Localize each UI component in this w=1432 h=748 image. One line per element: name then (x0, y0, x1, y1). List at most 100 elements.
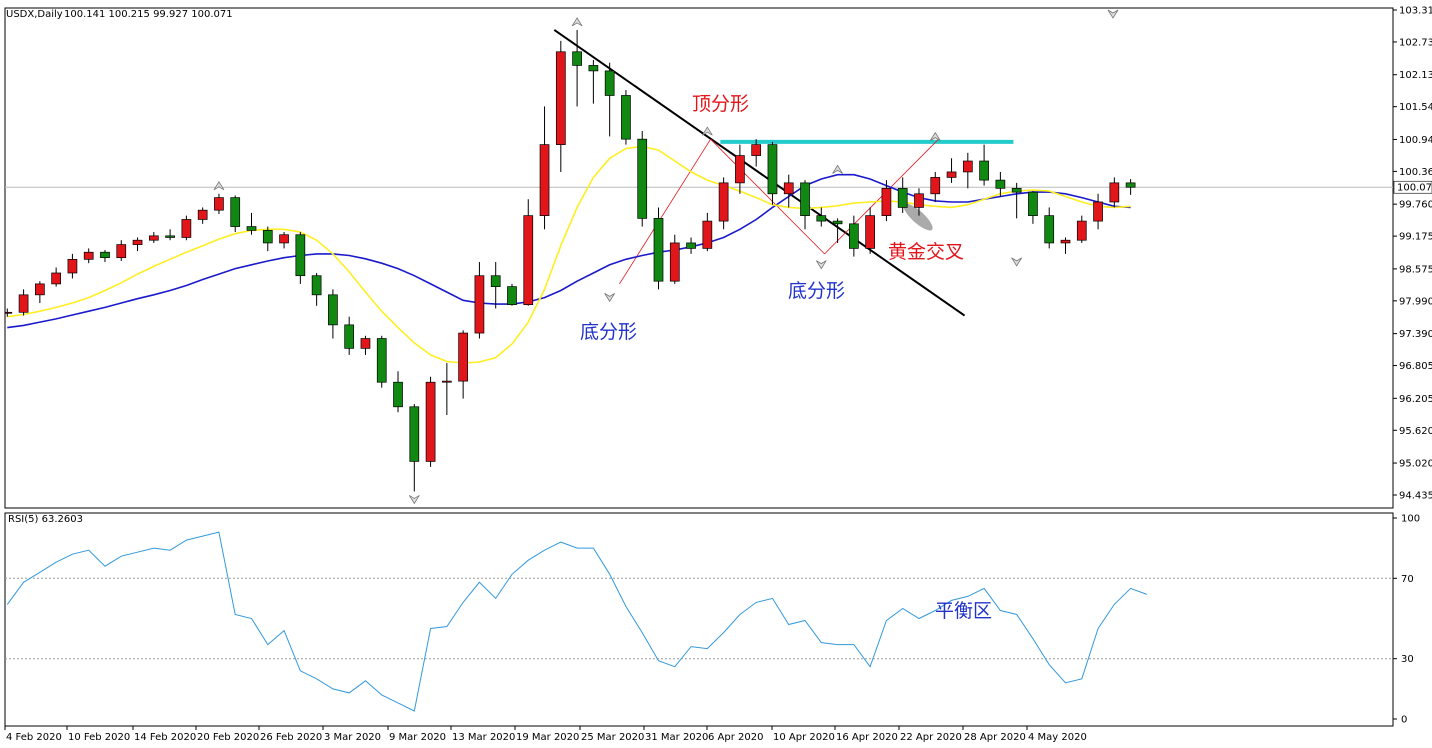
candle-body[interactable] (344, 324, 355, 349)
y-tick-label: 94.435 (1399, 491, 1432, 502)
main-panel-frame (4, 7, 1394, 509)
candle-body[interactable] (669, 242, 680, 282)
candle-body[interactable] (751, 144, 762, 156)
ohlc-label: 100.141 100.215 99.927 100.071 (64, 9, 233, 20)
candle-body[interactable] (18, 294, 29, 313)
candle-body[interactable] (1076, 220, 1087, 241)
candle-body[interactable] (83, 251, 94, 260)
x-tick-label: 28 Apr 2020 (964, 732, 1026, 743)
candle-body[interactable] (832, 220, 843, 225)
annotation-bottom-fractal-1: 底分形 (580, 321, 637, 343)
candle-body[interactable] (1109, 182, 1120, 203)
annotation-bottom-fractal-2: 底分形 (788, 280, 845, 302)
candle-body[interactable] (621, 95, 631, 140)
candle-body[interactable] (474, 275, 485, 334)
candle-body[interactable] (262, 230, 273, 244)
candle-body[interactable] (800, 182, 810, 216)
candle-body[interactable] (930, 177, 941, 195)
candle-body[interactable] (181, 219, 192, 238)
candle-body[interactable] (1125, 182, 1136, 188)
chart-svg[interactable]: 103.315 102.730 102.130 101.545 100.945 100.3… (0, 0, 1432, 748)
candle-body[interactable] (148, 235, 159, 241)
candle-body[interactable] (572, 51, 582, 66)
candle-body[interactable] (230, 197, 241, 227)
candle-body[interactable] (865, 215, 875, 249)
candle-body[interactable] (376, 338, 387, 383)
x-tick-label: 9 Mar 2020 (389, 732, 446, 743)
y-tick-label: 95.620 (1399, 426, 1432, 437)
x-tick-label: 10 Apr 2020 (773, 732, 835, 743)
y-tick-label: 99.760 (1399, 200, 1432, 211)
candle-body[interactable] (458, 332, 468, 382)
y-tick-label: 103.315 (1399, 6, 1432, 17)
candle-body[interactable] (425, 381, 436, 462)
candle-body[interactable] (914, 193, 924, 208)
candle-body[interactable] (1011, 187, 1022, 193)
candle-body[interactable] (653, 218, 664, 282)
x-tick-label: 4 May 2020 (1028, 732, 1087, 743)
candle-body[interactable] (116, 244, 127, 259)
x-tick-label: 13 Mar 2020 (452, 732, 515, 743)
symbol-label: USDX,Daily (6, 9, 63, 20)
candle-body[interactable] (523, 215, 534, 306)
candle-body[interactable] (67, 258, 78, 274)
candle-body[interactable] (295, 234, 306, 277)
y-tick-label: 102.730 (1399, 37, 1432, 48)
candle-body[interactable] (539, 144, 550, 216)
candle-body[interactable] (3, 311, 13, 314)
candle-body[interactable] (686, 242, 696, 249)
candle-body[interactable] (637, 138, 648, 219)
candle-body[interactable] (555, 51, 566, 145)
candle-body[interactable] (767, 144, 778, 195)
candle-body[interactable] (100, 251, 110, 259)
candle-body[interactable] (1044, 215, 1055, 244)
candle-body[interactable] (1093, 201, 1103, 222)
candle-body[interactable] (702, 220, 713, 249)
x-tick-label: 3 Mar 2020 (324, 732, 381, 743)
candle-body[interactable] (783, 182, 794, 195)
candle-body[interactable] (507, 286, 517, 306)
candle-body[interactable] (718, 182, 729, 222)
rsi-y-tick-label: 30 (1401, 654, 1414, 665)
candle-body[interactable] (360, 338, 371, 349)
candle-body[interactable] (35, 283, 45, 296)
candle-body[interactable] (816, 215, 827, 222)
candle-body[interactable] (995, 179, 1006, 189)
candle-body[interactable] (604, 70, 615, 96)
candle-body[interactable] (165, 235, 175, 238)
y-tick-label: 101.545 (1399, 102, 1432, 113)
candle-body[interactable] (409, 406, 420, 462)
candle-body[interactable] (962, 160, 973, 173)
candle-body[interactable] (132, 239, 143, 245)
y-tick-label: 97.990 (1399, 296, 1432, 307)
candle-body[interactable] (1028, 191, 1038, 216)
rsi-label: RSI(5) 63.2603 (8, 514, 83, 525)
candle-body[interactable] (214, 197, 224, 211)
candle-body[interactable] (197, 209, 208, 220)
candle-body[interactable] (979, 160, 989, 181)
x-tick-label: 10 Feb 2020 (68, 732, 130, 743)
candle-body[interactable] (849, 223, 859, 249)
candle-body[interactable] (279, 234, 289, 244)
candle-body[interactable] (588, 65, 599, 72)
rsi-y-tick-label: 0 (1401, 715, 1407, 726)
candle-body[interactable] (328, 294, 338, 326)
chart-root: 103.315 102.730 102.130 101.545 100.945 100.3… (0, 0, 1432, 748)
candle-body[interactable] (735, 155, 745, 184)
candle-body[interactable] (311, 275, 322, 296)
candle-body[interactable] (946, 171, 957, 178)
candle-body[interactable] (246, 226, 257, 231)
y-tick-label: 96.805 (1399, 361, 1432, 372)
candle-body[interactable] (881, 187, 892, 216)
rsi-y-tick-label: 100 (1401, 514, 1420, 525)
x-tick-label: 22 Apr 2020 (900, 732, 962, 743)
rsi-y-tick-label: 70 (1401, 574, 1414, 585)
candle-body[interactable] (51, 272, 61, 285)
candle-body[interactable] (442, 380, 452, 383)
candle-body[interactable] (897, 187, 908, 208)
y-tick-label: 96.205 (1399, 394, 1432, 405)
candle-body[interactable] (393, 381, 403, 408)
candle-body[interactable] (490, 275, 501, 287)
rsi-panel-frame (4, 512, 1394, 727)
candle-body[interactable] (1060, 239, 1071, 244)
